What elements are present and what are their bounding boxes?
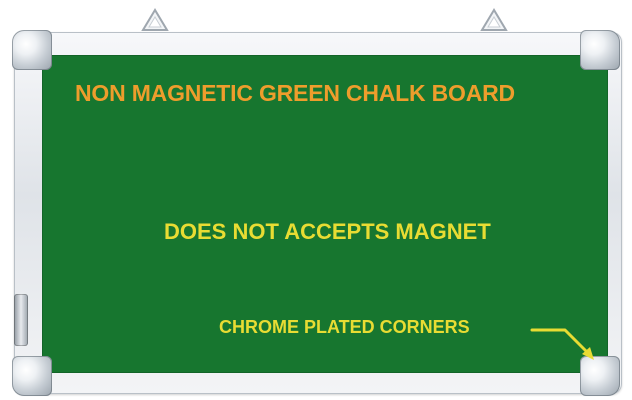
board-subtitle: DOES NOT ACCEPTS MAGNET — [164, 219, 491, 244]
frame-hinge — [14, 294, 28, 346]
arrow-right-down-icon — [530, 328, 594, 360]
chrome-corner-top-right — [580, 30, 620, 70]
board-title: NON MAGNETIC GREEN CHALK BOARD — [75, 80, 515, 106]
chrome-corner-top-left — [12, 30, 52, 70]
corner-note: CHROME PLATED CORNERS — [219, 317, 470, 337]
chalkboard-scene: NON MAGNETIC GREEN CHALK BOARD DOES NOT … — [0, 0, 632, 400]
chrome-corner-bottom-left — [12, 356, 52, 396]
